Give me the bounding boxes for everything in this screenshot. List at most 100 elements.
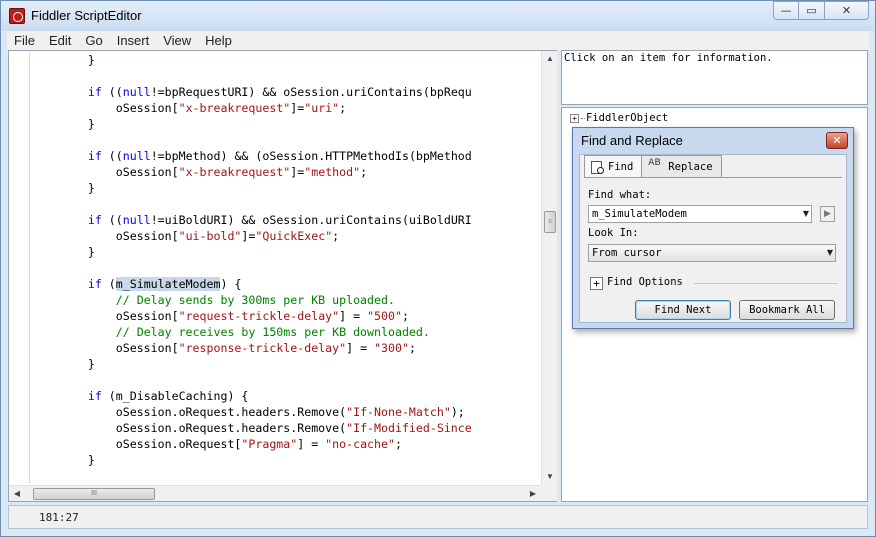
code-area[interactable]: } if ((null!=bpRequestURI) && oSession.u…	[9, 52, 541, 484]
find-tab-content: Find what: m_SimulateModem ▼ ▶ Look In: …	[584, 177, 842, 320]
fiddler-app-icon	[9, 8, 25, 24]
bookmark-all-button[interactable]: Bookmark All	[739, 300, 835, 320]
scroll-left-icon[interactable]: ◀	[9, 486, 25, 502]
code-line[interactable]: }	[30, 180, 472, 196]
scrollbar-corner	[541, 485, 557, 501]
code-token: ]=	[290, 101, 305, 115]
code-line[interactable]	[30, 372, 472, 388]
code-token: }	[32, 357, 95, 371]
code-line[interactable]	[30, 132, 472, 148]
code-line[interactable]: oSession["ui-bold"]="QuickExec";	[30, 228, 472, 244]
cursor-position: 181:27	[39, 511, 79, 524]
code-token: }	[32, 181, 95, 195]
code-line[interactable]: }	[30, 452, 472, 468]
title-bar[interactable]: Fiddler ScriptEditor — ▭ ✕	[1, 1, 875, 31]
code-line[interactable]: if ((null!=bpMethod) && (oSession.HTTPMe…	[30, 148, 472, 164]
code-token: !=uiBoldURI) && oSession.uriContains(uiB…	[150, 213, 472, 227]
code-token: oSession[	[32, 101, 179, 115]
menu-edit[interactable]: Edit	[42, 31, 78, 51]
look-in-value: From cursor	[592, 247, 662, 259]
code-line[interactable]: oSession.oRequest.headers.Remove("If-Non…	[30, 404, 472, 420]
highlighted-match: m_SimulateModem	[115, 277, 221, 291]
find-what-input[interactable]: m_SimulateModem ▼	[588, 205, 812, 223]
restore-button[interactable]: ▭	[799, 1, 825, 20]
vertical-scroll-thumb[interactable]: ≡	[544, 211, 556, 233]
code-token: null	[122, 213, 151, 227]
code-token: }	[32, 117, 95, 131]
status-bar: 181:27	[8, 505, 868, 529]
code-line[interactable]: oSession["request-trickle-delay"] = "500…	[30, 308, 472, 324]
code-line[interactable]: }	[30, 52, 472, 68]
code-token: // Delay sends by 300ms per KB uploaded.	[32, 293, 395, 307]
code-token: null	[122, 149, 151, 163]
dialog-close-button[interactable]: ✕	[826, 132, 848, 149]
code-line[interactable]: }	[30, 116, 472, 132]
dialog-title: Find and Replace	[581, 133, 683, 148]
code-token: ] =	[297, 437, 326, 451]
look-in-label: Look In:	[588, 227, 639, 239]
code-token: if	[87, 213, 102, 227]
find-next-button[interactable]: Find Next	[635, 300, 731, 320]
menu-bar: File Edit Go Insert View Help	[7, 31, 869, 51]
scroll-right-icon[interactable]: ▶	[525, 486, 541, 502]
code-line[interactable]: oSession["x-breakrequest"]="uri";	[30, 100, 472, 116]
tab-replace-label: Replace	[668, 160, 713, 173]
code-token: if	[87, 277, 102, 291]
code-line[interactable]: if ((null!=uiBoldURI) && oSession.uriCon…	[30, 212, 472, 228]
code-line[interactable]: if ((null!=bpRequestURI) && oSession.uri…	[30, 84, 472, 100]
code-token: "response-trickle-delay"	[178, 341, 347, 355]
code-token: oSession[	[32, 309, 179, 323]
code-token: (m_DisableCaching) {	[101, 389, 249, 403]
look-in-select[interactable]: From cursor ▼	[588, 244, 836, 262]
chevron-down-icon[interactable]: ▼	[803, 206, 809, 222]
menu-go[interactable]: Go	[78, 31, 109, 51]
vertical-scrollbar[interactable]: ▲ ≡ ▼	[541, 51, 557, 485]
tree-node-fiddlerobject[interactable]: + FiddlerObject	[570, 112, 668, 124]
code-token: oSession[	[32, 341, 179, 355]
code-line[interactable]	[30, 196, 472, 212]
code-line[interactable]: }	[30, 244, 472, 260]
chevron-down-icon[interactable]: ▼	[827, 245, 833, 261]
code-line[interactable]: }	[30, 356, 472, 372]
code-line[interactable]: if (m_DisableCaching) {	[30, 388, 472, 404]
code-token: ]=	[290, 165, 305, 179]
scroll-up-icon[interactable]: ▲	[542, 51, 558, 67]
code-token: ;	[394, 437, 402, 451]
info-text: Click on an item for information.	[564, 52, 773, 64]
horizontal-scroll-thumb[interactable]: III	[33, 488, 155, 500]
close-button[interactable]: ✕	[825, 1, 869, 20]
tab-find[interactable]: Find	[584, 155, 643, 178]
code-line[interactable]	[30, 68, 472, 84]
code-editor[interactable]: } if ((null!=bpRequestURI) && oSession.u…	[8, 50, 557, 502]
code-token: "QuickExec"	[255, 229, 333, 243]
menu-help[interactable]: Help	[198, 31, 239, 51]
menu-view[interactable]: View	[156, 31, 198, 51]
code-line[interactable]: oSession.oRequest["Pragma"] = "no-cache"…	[30, 436, 472, 452]
code-line[interactable]: oSession["x-breakrequest"]="method";	[30, 164, 472, 180]
code-token: ] =	[339, 309, 368, 323]
scroll-down-icon[interactable]: ▼	[542, 469, 558, 485]
find-options-expand-icon[interactable]: +	[590, 277, 603, 290]
code-token: }	[32, 245, 95, 259]
code-token: );	[450, 405, 465, 419]
tab-replace[interactable]: AB Replace	[641, 155, 722, 177]
code-line[interactable]: if (m_SimulateModem) {	[30, 276, 472, 292]
code-line[interactable]	[30, 260, 472, 276]
code-line[interactable]	[30, 468, 472, 484]
find-options-label[interactable]: Find Options	[607, 276, 683, 288]
code-token: "x-breakrequest"	[178, 165, 291, 179]
code-line[interactable]: oSession.oRequest.headers.Remove("If-Mod…	[30, 420, 472, 436]
menu-insert[interactable]: Insert	[110, 31, 157, 51]
tree-expand-icon[interactable]: +	[570, 113, 579, 123]
code-token: ;	[339, 101, 347, 115]
code-token: "ui-bold"	[178, 229, 242, 243]
menu-file[interactable]: File	[7, 31, 42, 51]
minimize-button[interactable]: —	[773, 1, 799, 20]
find-expression-button[interactable]: ▶	[820, 206, 835, 222]
code-line[interactable]: // Delay sends by 300ms per KB uploaded.	[30, 292, 472, 308]
code-line[interactable]: oSession["response-trickle-delay"] = "30…	[30, 340, 472, 356]
code-line[interactable]: // Delay receives by 150ms per KB downlo…	[30, 324, 472, 340]
horizontal-scrollbar[interactable]: ◀ III ▶	[9, 485, 541, 501]
code-token: "If-Modified-Since	[346, 421, 472, 435]
